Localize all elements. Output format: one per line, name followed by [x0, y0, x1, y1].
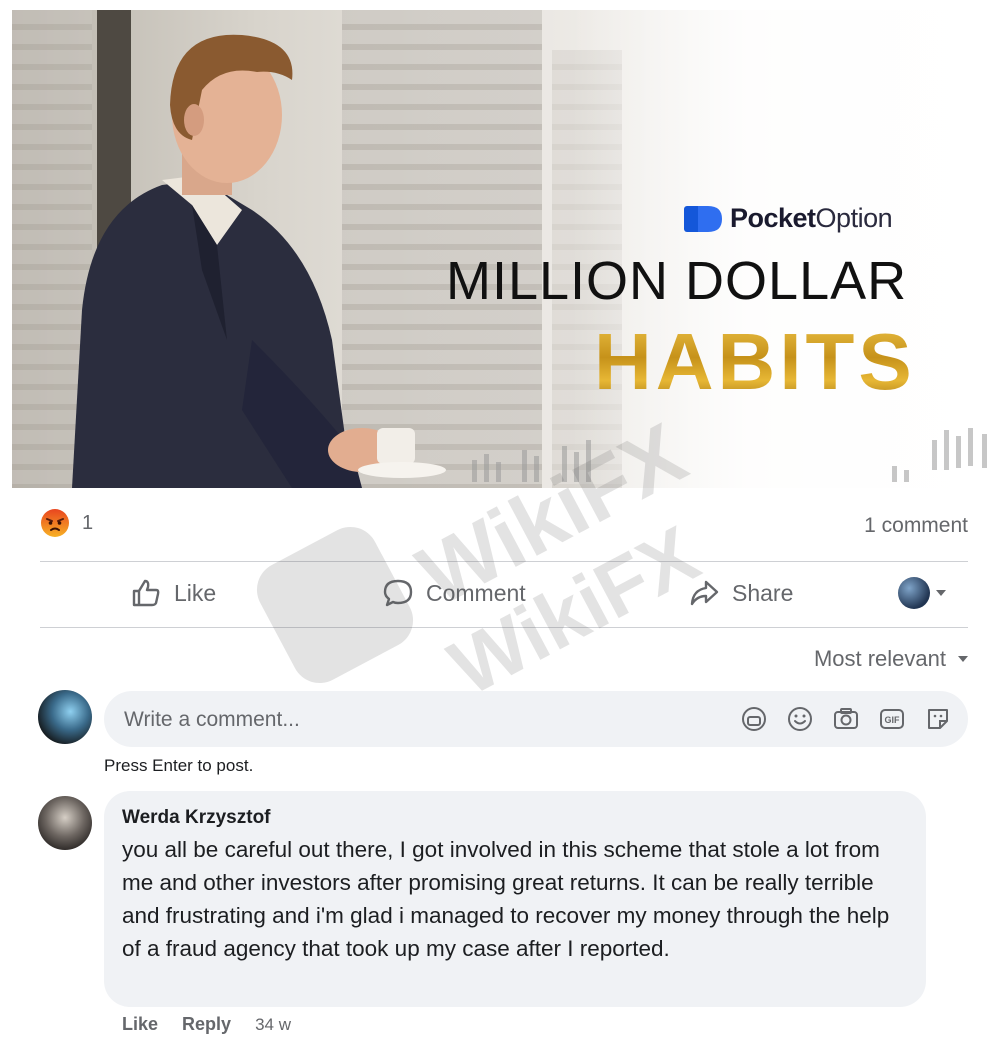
comment-input[interactable] [122, 691, 706, 749]
businessman-figure [72, 34, 446, 488]
gif-icon[interactable]: GIF [878, 705, 906, 733]
svg-text:GIF: GIF [885, 715, 901, 725]
candlestick-decoration [472, 428, 987, 482]
brand-name-bold: Pocket [730, 203, 816, 233]
sort-label: Most relevant [813, 646, 946, 671]
sticker-icon[interactable] [924, 705, 952, 733]
composer-hint: Press Enter to post. [104, 756, 254, 775]
brand-name-light: Option [815, 203, 893, 233]
angry-reaction-icon [41, 509, 69, 537]
comment-bubble: Werda Krzysztof you all be careful out t… [104, 791, 926, 1007]
brand-name: PocketOption [730, 203, 893, 234]
reaction-summary[interactable]: 1 [40, 508, 93, 538]
share-icon [690, 580, 719, 606]
avatar-sticker-icon[interactable] [740, 705, 768, 733]
post-card: PocketOption MILLION DOLLAR HABITS 1 1 c… [0, 0, 1004, 1057]
share-label: Share [732, 579, 794, 606]
comment-author[interactable]: Werda Krzysztof [122, 807, 271, 829]
comment-sort-dropdown[interactable]: Most relevant [814, 646, 968, 672]
like-button[interactable]: Like [130, 577, 216, 609]
comment-composer[interactable]: GIF [104, 691, 968, 749]
emoji-icon[interactable] [786, 705, 814, 733]
composer-tools: GIF [740, 705, 952, 733]
chevron-down-icon [958, 656, 968, 662]
pocket-option-logo: PocketOption [684, 203, 893, 234]
camera-icon[interactable] [832, 705, 860, 733]
headline-line1: MILLION DOLLAR [446, 251, 908, 311]
commenter-avatar[interactable] [38, 796, 92, 850]
post-image[interactable]: PocketOption MILLION DOLLAR HABITS [12, 10, 998, 488]
share-button[interactable]: Share [688, 577, 793, 609]
comment-like-button[interactable]: Like [122, 1014, 158, 1035]
comment-label: Comment [426, 579, 526, 606]
avatar [898, 577, 930, 609]
pocket-option-logo-icon [684, 205, 722, 232]
comment-text: you all be careful out there, I got invo… [122, 837, 890, 961]
like-label: Like [174, 579, 217, 606]
like-icon [132, 579, 160, 607]
watermark-text: WikiFX [436, 509, 713, 712]
comment-button[interactable]: Comment [382, 577, 526, 609]
reaction-count: 1 [82, 511, 94, 534]
identity-selector[interactable] [898, 577, 946, 609]
comment-reply-button[interactable]: Reply [182, 1014, 231, 1035]
comment-actions: Like Reply 34 w [122, 1014, 291, 1035]
current-user-avatar[interactable] [38, 690, 92, 744]
divider [40, 627, 968, 628]
comment-timestamp[interactable]: 34 w [255, 1015, 291, 1035]
comment-icon [383, 579, 413, 607]
divider [40, 561, 968, 562]
comment-count-link[interactable]: 1 comment [864, 514, 968, 538]
chevron-down-icon [936, 590, 946, 596]
headline-line2: HABITS [594, 317, 916, 406]
